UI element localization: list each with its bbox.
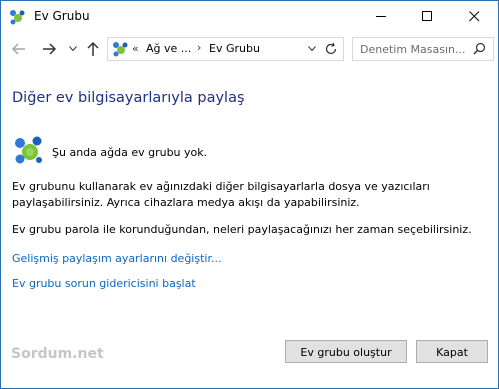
navigation-bar: « Ağ ve ... › Ev Grubu Denetim Masasın..…: [1, 32, 498, 66]
maximize-icon: [422, 11, 432, 21]
overflow-chevron[interactable]: «: [132, 42, 139, 55]
title-bar[interactable]: Ev Grubu: [1, 1, 498, 32]
page-heading: Diğer ev bilgisayarlarıyla paylaş: [12, 90, 245, 106]
back-button[interactable]: [11, 41, 29, 59]
minimize-icon: [376, 16, 386, 17]
close-icon: [469, 11, 480, 22]
search-icon: [473, 42, 486, 55]
breadcrumb-homegroup[interactable]: Ev Grubu: [209, 42, 260, 55]
homegroup-icon: [113, 42, 128, 57]
maximize-button[interactable]: [405, 1, 451, 32]
forward-button[interactable]: [41, 41, 59, 59]
watermark: Sordum.net: [11, 346, 104, 362]
refresh-icon[interactable]: [324, 42, 338, 56]
close-button[interactable]: Kapat: [416, 340, 488, 363]
homegroup-large-icon: [15, 136, 42, 164]
password-info-paragraph: Ev grubu parola ile korunduğundan, neler…: [12, 223, 472, 236]
address-dropdown-icon[interactable]: [308, 46, 316, 52]
create-homegroup-button[interactable]: Ev grubu oluştur: [285, 340, 407, 363]
homegroup-icon: [10, 10, 25, 25]
address-bar[interactable]: « Ağ ve ... › Ev Grubu: [107, 37, 344, 61]
homegroup-status: Şu anda ağda ev grubu yok.: [52, 146, 208, 159]
description-paragraph: Ev grubunu kullanarak ev ağınızdaki diğe…: [12, 180, 430, 209]
search-input[interactable]: Denetim Masasın...: [360, 43, 466, 56]
troubleshooter-link[interactable]: Ev grubu sorun gidericisini başlat: [12, 277, 196, 290]
close-window-button[interactable]: [452, 1, 498, 32]
search-box[interactable]: Denetim Masasın...: [352, 37, 494, 61]
up-button[interactable]: [85, 41, 103, 59]
breadcrumb-network[interactable]: Ağ ve ...: [146, 42, 191, 55]
recent-locations-chevron-icon[interactable]: [69, 46, 77, 52]
arrow-left-icon: [11, 43, 25, 55]
minimize-button[interactable]: [359, 1, 405, 32]
arrow-right-icon: [43, 43, 57, 55]
breadcrumb-separator[interactable]: ›: [197, 41, 201, 54]
arrow-up-icon: [87, 41, 99, 56]
window-title: Ev Grubu: [34, 9, 90, 23]
advanced-sharing-link[interactable]: Gelişmiş paylaşım ayarlarını değiştir...: [12, 252, 221, 265]
homegroup-window: Ev Grubu « Ağ ve ... › Ev Grubu Denetim …: [0, 0, 499, 389]
